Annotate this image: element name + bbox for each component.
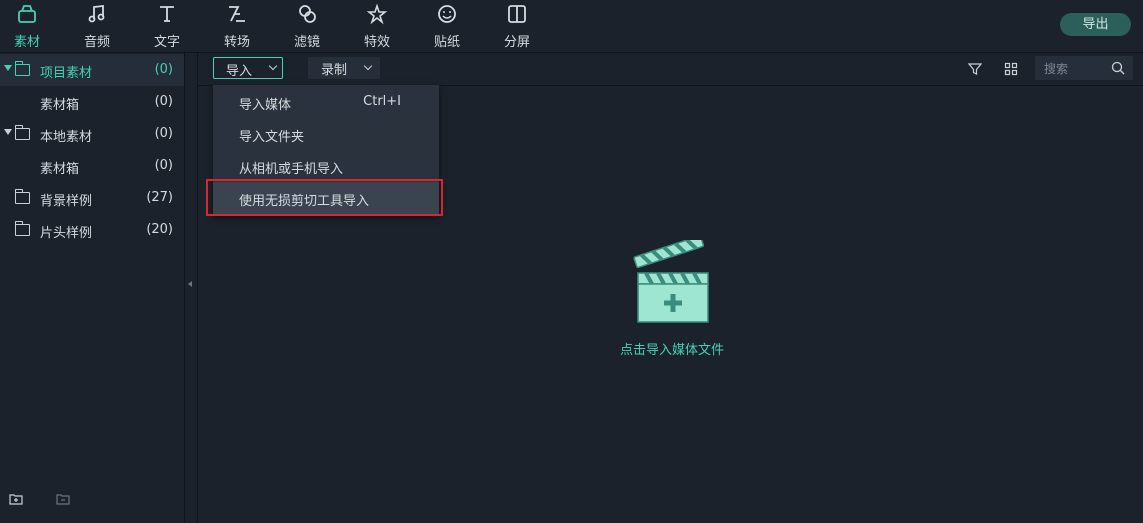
sidebar-collapse-handle[interactable] xyxy=(185,53,198,523)
transition-icon xyxy=(229,6,245,22)
chevron-down-icon xyxy=(363,61,373,71)
tab-sticker[interactable]: 贴纸 xyxy=(417,0,477,52)
sidebar-item-label: 本地素材 xyxy=(40,130,93,145)
sidebar-item-project-media[interactable]: 项目素材 (0) xyxy=(0,54,184,86)
text-icon xyxy=(160,6,174,22)
grid-view-icon[interactable] xyxy=(1004,62,1018,76)
empty-state-label[interactable]: 点击导入媒体文件 xyxy=(560,339,784,358)
folder-icon xyxy=(15,125,30,140)
search-icon[interactable] xyxy=(1111,61,1125,75)
sidebar-item-label: 项目素材 xyxy=(40,66,93,81)
media-icon xyxy=(18,5,36,23)
sidebar-item-local-media[interactable]: 本地素材 (0) xyxy=(0,118,184,150)
folder-icon xyxy=(15,189,30,204)
effects-star-icon xyxy=(366,3,388,25)
filter-icon xyxy=(299,5,316,23)
folder-icon xyxy=(15,221,30,236)
content-toolbar: 导入 录制 搜索 xyxy=(198,53,1143,86)
folder-icon xyxy=(15,61,30,76)
sidebar-item-media-bin[interactable]: 素材箱 (0) xyxy=(0,86,184,118)
remove-folder-icon[interactable] xyxy=(56,493,70,505)
record-button-label: 录制 xyxy=(321,63,348,78)
sidebar-item-label: 素材箱 xyxy=(40,162,80,177)
sidebar-item-count: (0) xyxy=(154,94,173,109)
media-sidebar: 项目素材 (0) 素材箱 (0) 本地素材 (0) 素材箱 (0) 背景样例 (… xyxy=(0,53,185,523)
menu-item-label: 从相机或手机导入 xyxy=(239,162,344,177)
sidebar-item-count: (0) xyxy=(154,158,173,173)
clapperboard-add-icon[interactable] xyxy=(632,240,712,326)
record-dropdown-button[interactable]: 录制 xyxy=(308,57,380,79)
tab-text-label: 文字 xyxy=(153,35,180,50)
search-placeholder: 搜索 xyxy=(1044,62,1069,76)
new-folder-icon[interactable] xyxy=(9,493,23,505)
sidebar-item-background-samples[interactable]: 背景样例 (27) xyxy=(0,182,184,214)
sidebar-item-intro-samples[interactable]: 片头样例 (20) xyxy=(0,214,184,246)
sidebar-item-label: 素材箱 xyxy=(40,98,80,113)
sidebar-item-count: (0) xyxy=(154,62,173,77)
chevron-down-icon xyxy=(268,61,278,71)
tab-sticker-label: 贴纸 xyxy=(433,35,460,50)
tab-effects[interactable]: 特效 xyxy=(347,0,407,52)
filter-funnel-icon[interactable] xyxy=(968,62,982,76)
sidebar-item-local-bin[interactable]: 素材箱 (0) xyxy=(0,150,184,182)
export-button[interactable]: 导出 xyxy=(1060,13,1131,36)
menu-item-import-from-camera[interactable]: 从相机或手机导入 xyxy=(213,150,439,182)
sidebar-item-count: (0) xyxy=(154,126,173,141)
split-screen-icon xyxy=(508,5,526,23)
tab-transition[interactable]: 转场 xyxy=(207,0,267,52)
import-dropdown-button[interactable]: 导入 xyxy=(213,57,283,79)
menu-item-label: 导入文件夹 xyxy=(239,130,305,145)
tab-effects-label: 特效 xyxy=(363,35,390,50)
menu-item-shortcut: Ctrl+I xyxy=(363,94,401,109)
search-input[interactable]: 搜索 xyxy=(1035,56,1133,80)
menu-item-label: 导入媒体 xyxy=(239,98,292,113)
expand-arrow-icon[interactable] xyxy=(4,65,12,71)
tab-media-label: 素材 xyxy=(13,35,40,50)
top-toolbar: 素材 音频 文字 转场 滤镜 特效 贴纸 分屏 导出 xyxy=(0,0,1143,53)
menu-item-import-media[interactable]: 导入媒体 Ctrl+I xyxy=(213,86,439,118)
sidebar-item-count: (20) xyxy=(146,222,173,237)
collapse-arrow-icon xyxy=(188,281,192,287)
tab-split-screen[interactable]: 分屏 xyxy=(487,0,547,52)
tab-media[interactable]: 素材 xyxy=(0,0,57,52)
import-button-label: 导入 xyxy=(226,64,253,79)
expand-arrow-icon[interactable] xyxy=(4,129,12,135)
sidebar-item-count: (27) xyxy=(146,190,173,205)
tab-audio[interactable]: 音频 xyxy=(67,0,127,52)
tab-text[interactable]: 文字 xyxy=(137,0,197,52)
tab-filter-label: 滤镜 xyxy=(293,35,320,50)
tab-audio-label: 音频 xyxy=(83,35,110,50)
sidebar-item-label: 片头样例 xyxy=(40,226,93,241)
menu-item-import-folder[interactable]: 导入文件夹 xyxy=(213,118,439,150)
tab-transition-label: 转场 xyxy=(223,35,250,50)
highlight-box xyxy=(206,179,443,216)
sticker-icon xyxy=(438,5,456,23)
tab-split-screen-label: 分屏 xyxy=(503,35,530,50)
sidebar-item-label: 背景样例 xyxy=(40,194,93,209)
tab-filter[interactable]: 滤镜 xyxy=(277,0,337,52)
music-note-icon xyxy=(88,4,105,23)
